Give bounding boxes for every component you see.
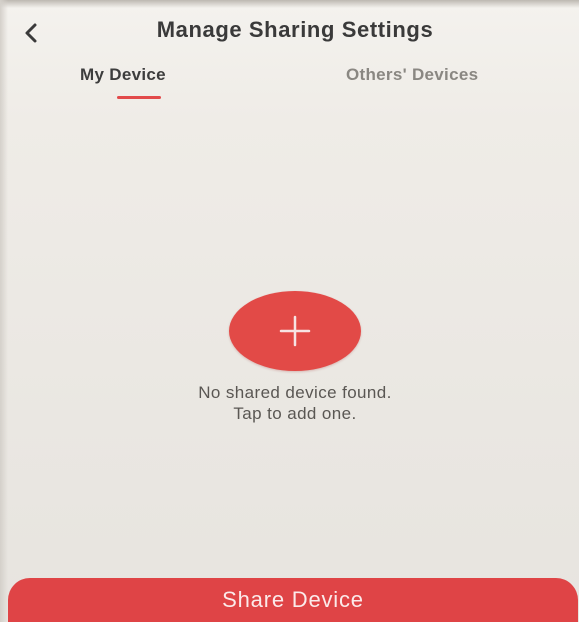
app-screen: Manage Sharing Settings My Device Others… <box>0 0 579 622</box>
tab-others-devices[interactable]: Others' Devices <box>346 65 536 85</box>
empty-state-line1: No shared device found. <box>198 383 392 402</box>
share-device-button[interactable]: Share Device <box>8 578 578 622</box>
share-device-label: Share Device <box>222 587 364 612</box>
add-share-button[interactable] <box>229 291 361 371</box>
empty-state-message: No shared device found. Tap to add one. <box>110 382 480 424</box>
active-tab-indicator <box>117 96 161 99</box>
tab-my-device[interactable]: My Device <box>80 65 220 85</box>
top-edge-shadow <box>0 0 579 8</box>
plus-icon <box>279 315 311 347</box>
tab-bar: My Device Others' Devices <box>0 58 579 106</box>
back-button[interactable] <box>14 16 48 50</box>
empty-state-line2: Tap to add one. <box>233 404 357 423</box>
header-bar: Manage Sharing Settings <box>0 8 579 56</box>
page-title: Manage Sharing Settings <box>156 17 434 42</box>
chevron-left-icon <box>25 23 37 43</box>
